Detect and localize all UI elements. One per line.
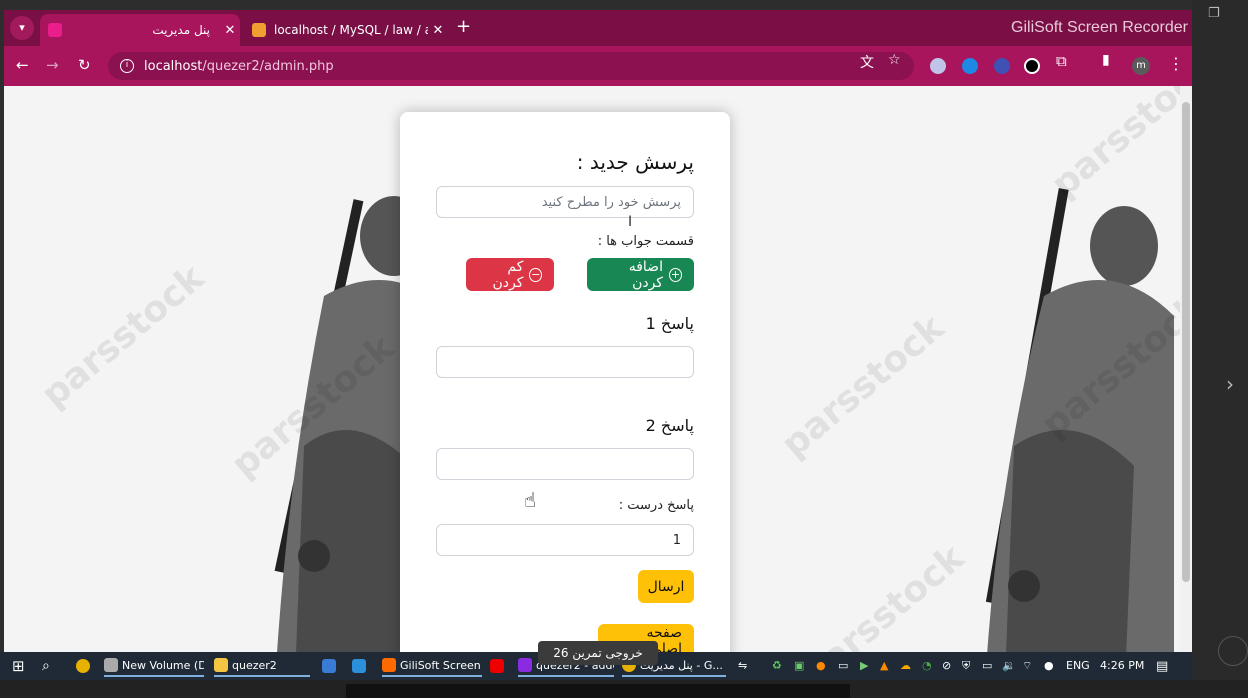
form-title: پرسش جدید : — [576, 150, 694, 174]
site-info-icon[interactable]: i — [120, 59, 134, 73]
tray-nvidia-icon[interactable]: ▣ — [794, 659, 804, 672]
chevron-right-icon[interactable]: › — [1226, 372, 1234, 396]
shield-extension-icon[interactable] — [930, 58, 946, 74]
taskbar-label: New Volume (D:) — [122, 658, 204, 672]
menu-kebab-icon[interactable]: ⋮ — [1168, 54, 1184, 73]
dark-extension-icon[interactable] — [1024, 58, 1040, 74]
profile-avatar[interactable]: m — [1132, 57, 1150, 75]
bottom-strip — [0, 680, 1248, 698]
vpn-extension-icon[interactable] — [994, 58, 1010, 74]
side-panel-icon[interactable]: ▮ — [1102, 52, 1110, 68]
tab-admin-panel[interactable]: پنل مدیریت ✕ — [40, 14, 240, 46]
address-bar[interactable]: i localhost/quezer2/admin.php — [108, 52, 914, 80]
browser-window: ▾ پنل مدیریت ✕ localhost / MySQL / law /… — [4, 10, 1192, 652]
plus-circle-icon: + — [668, 267, 682, 282]
tray-video-icon[interactable]: ▶ — [860, 659, 868, 672]
answer-1-input[interactable] — [436, 346, 694, 378]
remove-answer-label: کم کردن — [492, 258, 524, 291]
translate-icon[interactable]: 文 — [860, 52, 874, 72]
answer-2-input[interactable] — [436, 448, 694, 480]
tab-phpmyadmin[interactable]: localhost / MySQL / law / answ ✕ — [244, 14, 448, 46]
microphone-icon[interactable]: ● — [1044, 659, 1054, 672]
notifications-icon[interactable]: ▤ — [1156, 659, 1168, 674]
mail-icon[interactable] — [352, 655, 366, 677]
taskbar-label: GiliSoft Screen ... — [400, 658, 482, 672]
tab-title: پنل مدیریت — [152, 23, 210, 37]
reload-icon[interactable]: ↻ — [78, 56, 91, 74]
url-host: localhost — [144, 58, 203, 74]
correct-answer-label: پاسخ درست : — [618, 498, 694, 513]
correct-answer-input[interactable]: 1 — [436, 524, 694, 556]
bottom-bar — [346, 684, 850, 698]
hand-cursor-icon: ☝ — [524, 488, 537, 512]
answers-section-label: قسمت جواب ها : — [597, 234, 694, 249]
tray-green-icon[interactable]: ♻ — [772, 659, 782, 672]
taskbar-label: quezer2 — [232, 658, 277, 672]
new-question-form: پرسش جدید : پرسش خود را مطرح کنید قسمت ج… — [400, 112, 730, 652]
page-scrollbar[interactable] — [1180, 86, 1192, 652]
remove-answer-button[interactable]: − کم کردن — [466, 258, 554, 291]
text-cursor-icon: I — [628, 214, 633, 230]
extensions-puzzle-icon[interactable]: ⧉ — [1056, 52, 1067, 70]
tab-bar: ▾ پنل مدیریت ✕ localhost / MySQL / law /… — [4, 10, 1192, 46]
submit-button[interactable]: ارسال — [638, 570, 694, 603]
store-icon[interactable] — [322, 655, 336, 677]
page-viewport: parsstock parsstock parsstock parsstock … — [4, 86, 1180, 652]
tray-cloud-icon[interactable]: ☁ — [900, 659, 911, 672]
forward-icon[interactable]: → — [46, 56, 59, 74]
windows-start-icon[interactable]: ⊞ — [12, 655, 25, 677]
chrome-taskbar-icon[interactable] — [76, 655, 90, 677]
taskbar-item-quezer2-folder[interactable]: quezer2 — [214, 655, 310, 677]
taskbar-tooltip: خروجی تمرین 26 — [538, 641, 658, 665]
youtube-icon[interactable] — [490, 655, 504, 677]
add-answer-button[interactable]: + اضافه کردن — [587, 258, 694, 291]
tray-display-icon[interactable]: ▭ — [838, 659, 848, 672]
admin-favicon-icon — [48, 23, 62, 37]
tray-network-icon[interactable]: ◔ — [922, 659, 932, 672]
url-path: /quezer2/admin.php — [202, 58, 334, 74]
add-answer-label: اضافه کردن — [628, 258, 663, 291]
question-input[interactable]: پرسش خود را مطرح کنید — [436, 186, 694, 218]
taskbar-item-new-volume[interactable]: New Volume (D:) — [104, 655, 204, 677]
answer-2-label: پاسخ 2 — [645, 416, 694, 435]
restore-icon[interactable]: ❐ — [1208, 6, 1220, 21]
tray-app-icon[interactable]: ⇋ — [738, 659, 747, 672]
scroll-circle-icon[interactable] — [1218, 636, 1248, 666]
scrollbar-thumb[interactable] — [1182, 102, 1190, 582]
close-tab-icon[interactable]: ✕ — [220, 23, 240, 38]
tray-recorder-icon[interactable]: ● — [816, 659, 826, 672]
minus-circle-icon: − — [529, 267, 542, 282]
volume-icon[interactable]: 🔉 — [1002, 659, 1016, 672]
tab-title: localhost / MySQL / law / answ — [274, 23, 428, 37]
answer-1-label: پاسخ 1 — [645, 314, 694, 333]
new-tab-button[interactable]: + — [456, 16, 471, 37]
tray-security-icon[interactable]: ⛨ — [962, 659, 970, 673]
close-tab-icon[interactable]: ✕ — [428, 23, 448, 38]
clock[interactable]: 4:26 PM — [1100, 659, 1144, 672]
browser-toolbar: ← → ↻ i localhost/quezer2/admin.php 文 ☆ … — [4, 46, 1192, 86]
taskbar-item-gilisoft[interactable]: GiliSoft Screen ... — [382, 655, 482, 677]
tray-vlc-icon[interactable]: ▲ — [880, 659, 888, 672]
search-icon[interactable]: ⌕ — [42, 655, 50, 677]
bookmark-star-icon[interactable]: ☆ — [888, 52, 901, 68]
wifi-icon[interactable]: ⌔ — [1022, 659, 1032, 673]
language-indicator[interactable]: ENG — [1066, 659, 1090, 672]
phpmyadmin-favicon-icon — [252, 23, 266, 37]
battery-icon[interactable]: ▭ — [982, 659, 992, 672]
screen-recorder-overlay: GiliSoft Screen Recorder — [1011, 19, 1188, 36]
side-panel — [1192, 0, 1248, 698]
media-extension-icon[interactable] — [962, 58, 978, 74]
tray-mute-icon[interactable]: ⊘ — [942, 659, 951, 672]
back-icon[interactable]: ← — [16, 56, 29, 74]
tab-search-button[interactable]: ▾ — [10, 16, 34, 40]
